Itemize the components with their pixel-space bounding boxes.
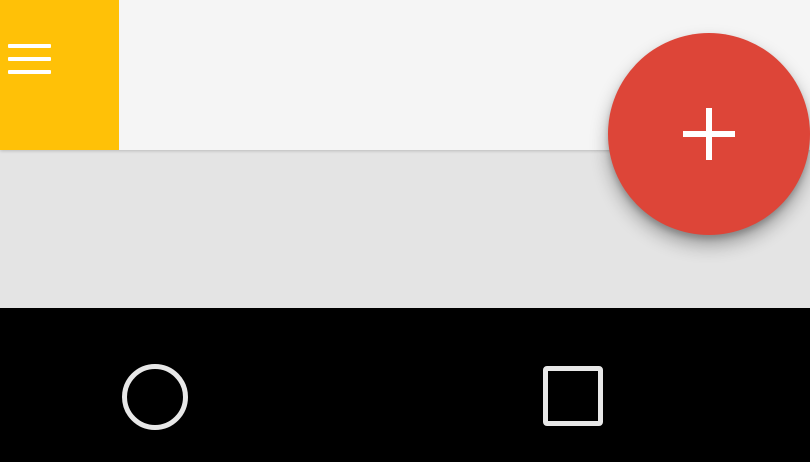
plus-icon-vertical [706,108,712,160]
home-button[interactable] [122,364,188,430]
home-circle-icon [122,364,188,430]
menu-icon-line [8,57,51,61]
plus-icon [683,108,735,160]
menu-icon-line [8,44,51,48]
recents-square-icon [543,366,603,426]
phone-screen [0,0,810,462]
system-navigation-bar [0,308,810,462]
menu-button[interactable] [0,0,119,150]
hamburger-menu-icon [8,44,51,75]
menu-icon-line [8,70,51,74]
add-fab-button[interactable] [608,33,810,235]
recents-button[interactable] [543,366,603,426]
